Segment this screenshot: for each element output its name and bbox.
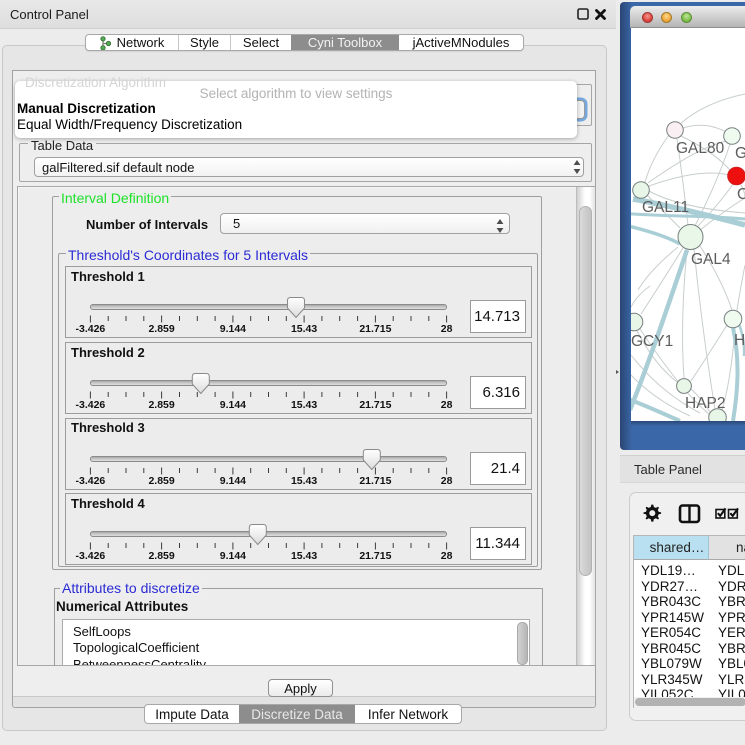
svg-text:21.715: 21.715 [359, 399, 391, 411]
svg-text:2.859: 2.859 [148, 475, 174, 487]
svg-text:2.859: 2.859 [148, 399, 174, 411]
svg-text:21.715: 21.715 [359, 550, 391, 562]
svg-text:9.144: 9.144 [220, 399, 246, 411]
svg-text:28: 28 [441, 475, 453, 487]
svg-text:15.43: 15.43 [291, 399, 317, 411]
svg-text:21.715: 21.715 [359, 323, 391, 335]
svg-text:15.43: 15.43 [291, 323, 317, 335]
svg-text:-3.426: -3.426 [76, 550, 106, 562]
svg-text:2.859: 2.859 [148, 323, 174, 335]
svg-text:GCY1: GCY1 [631, 333, 673, 350]
svg-text:9.144: 9.144 [220, 550, 246, 562]
svg-text:28: 28 [441, 399, 453, 411]
svg-text:28: 28 [441, 550, 453, 562]
svg-text:9.144: 9.144 [220, 475, 246, 487]
svg-text:-3.426: -3.426 [76, 475, 106, 487]
svg-text:2.859: 2.859 [148, 550, 174, 562]
svg-text:28: 28 [441, 323, 453, 335]
svg-text:21.715: 21.715 [359, 475, 391, 487]
svg-text:15.43: 15.43 [291, 550, 317, 562]
svg-text:GAL80: GAL80 [676, 140, 725, 157]
svg-text:-3.426: -3.426 [76, 323, 106, 335]
svg-text:15.43: 15.43 [291, 475, 317, 487]
svg-text:GAL4: GAL4 [691, 251, 731, 268]
svg-text:GAL11: GAL11 [642, 199, 689, 216]
svg-text:-3.426: -3.426 [76, 399, 106, 411]
svg-text:GAL3: GAL3 [735, 145, 745, 162]
svg-text:CDC: CDC [737, 186, 745, 203]
svg-text:HAP2: HAP2 [685, 395, 726, 412]
svg-text:HIS: HIS [734, 332, 745, 349]
svg-text:9.144: 9.144 [220, 323, 246, 335]
